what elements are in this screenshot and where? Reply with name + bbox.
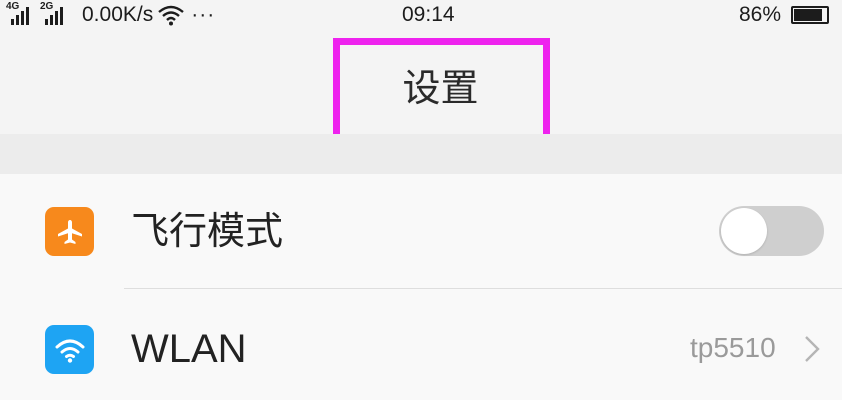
toggle-knob [721,208,767,254]
status-left: 4G 2G 0.00K/s ··· [6,2,216,27]
list-item-wlan[interactable]: WLAN tp5510 [0,290,842,400]
signal-icon: 4G [6,2,40,27]
wlan-network-name: tp5510 [690,332,776,363]
wlan-label: WLAN [131,327,247,371]
battery-level [794,9,823,21]
wifi-icon [45,325,94,374]
battery-percent: 86% [739,3,782,26]
status-right: 86% [739,3,830,27]
wifi-icon [158,5,184,26]
row-divider [124,288,842,289]
settings-list: 飞行模式 WLAN tp5510 [0,174,842,400]
section-divider [0,134,842,174]
airplane-mode-toggle[interactable] [719,206,824,256]
airplane-icon [45,207,94,256]
status-time: 09:14 [402,3,455,26]
status-bar: 4G 2G 0.00K/s ··· 09:14 86% [0,0,842,32]
settings-screen: 4G 2G 0.00K/s ··· 09:14 86% 设置 飞行模式 WLAN… [0,0,842,400]
title-bar: 设置 [0,32,842,160]
airplane-mode-label: 飞行模式 [131,209,284,253]
more-indicator: ··· [191,3,216,26]
signal-icon: 2G [40,2,74,27]
list-item-airplane-mode[interactable]: 飞行模式 [0,174,842,289]
network-speed: 0.00K/s [82,3,154,26]
chevron-right-icon [805,336,820,362]
battery-icon [791,6,830,24]
